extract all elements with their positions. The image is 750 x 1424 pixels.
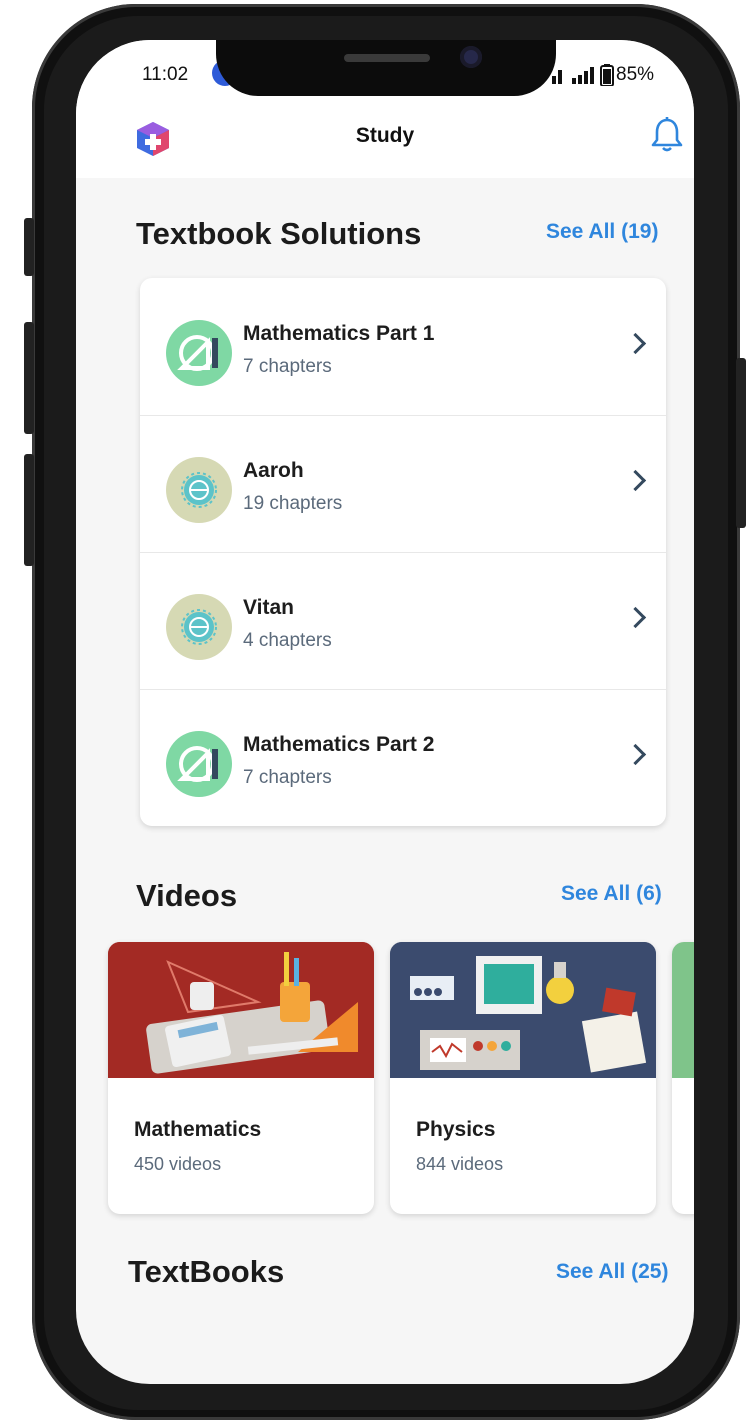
chevron-right-icon	[624, 743, 647, 766]
list-item-title: Vitan	[243, 596, 294, 619]
battery-icon	[600, 64, 614, 91]
list-item-subtitle: 7 chapters	[243, 767, 332, 788]
list-item[interactable]: Vitan 4 chapters	[140, 552, 666, 690]
video-card-title: Mathematics	[134, 1118, 262, 1141]
textbook-solutions-title: Textbook Solutions	[136, 216, 422, 251]
list-item-subtitle: 4 chapters	[243, 630, 332, 651]
video-card-title: Physics	[416, 1118, 496, 1141]
list-item[interactable]: Aaroh 19 chapters	[140, 415, 666, 553]
textbook-solutions-see-all[interactable]: See All (19)	[546, 220, 658, 244]
hindi-emblem-icon	[166, 457, 232, 523]
volume-up-button	[24, 322, 34, 434]
screen: 11:02 85% Study Textbook Solutions See A…	[76, 40, 694, 1384]
textbook-solutions-list: Mathematics Part 1 7 chapters Aaroh 19 c…	[140, 278, 666, 826]
chevron-right-icon	[624, 332, 647, 355]
speaker-grille	[344, 54, 430, 62]
list-item[interactable]: Mathematics Part 2 7 chapters	[140, 689, 666, 826]
hindi-emblem-icon	[166, 594, 232, 660]
video-card-subtitle: 844 videos	[416, 1154, 504, 1174]
list-item-title: Mathematics Part 2	[243, 733, 435, 756]
video-card-mathematics[interactable]: Mathematics 450 videos	[108, 942, 374, 1214]
physics-thumbnail	[390, 942, 656, 1078]
list-item-subtitle: 19 chapters	[243, 493, 343, 514]
video-card-partial[interactable]	[672, 942, 694, 1214]
geometry-icon	[166, 320, 232, 386]
videos-title: Videos	[136, 878, 238, 913]
mute-switch	[24, 218, 34, 276]
list-item-title: Aaroh	[243, 459, 304, 482]
front-camera	[460, 46, 482, 68]
list-item[interactable]: Mathematics Part 1 7 chapters	[140, 278, 666, 416]
video-card-subtitle: 450 videos	[134, 1154, 222, 1174]
battery-percent: 85%	[616, 64, 655, 85]
video-card-physics[interactable]: Physics 844 videos	[390, 942, 656, 1214]
chevron-right-icon	[624, 606, 647, 629]
chevron-right-icon	[624, 469, 647, 492]
textbooks-see-all[interactable]: See All (25)	[556, 1260, 668, 1284]
device-notch	[216, 40, 556, 96]
mathematics-thumbnail	[108, 942, 374, 1078]
power-button	[736, 358, 746, 528]
status-time: 11:02	[142, 64, 189, 85]
page-title: Study	[355, 124, 415, 147]
partial-thumbnail	[672, 942, 694, 1078]
volume-down-button	[24, 454, 34, 566]
videos-see-all[interactable]: See All (6)	[561, 882, 662, 906]
geometry-icon	[166, 731, 232, 797]
list-item-title: Mathematics Part 1	[243, 322, 435, 345]
bell-icon[interactable]	[650, 116, 684, 157]
textbooks-title: TextBooks	[128, 1254, 285, 1289]
list-item-subtitle: 7 chapters	[243, 356, 332, 377]
